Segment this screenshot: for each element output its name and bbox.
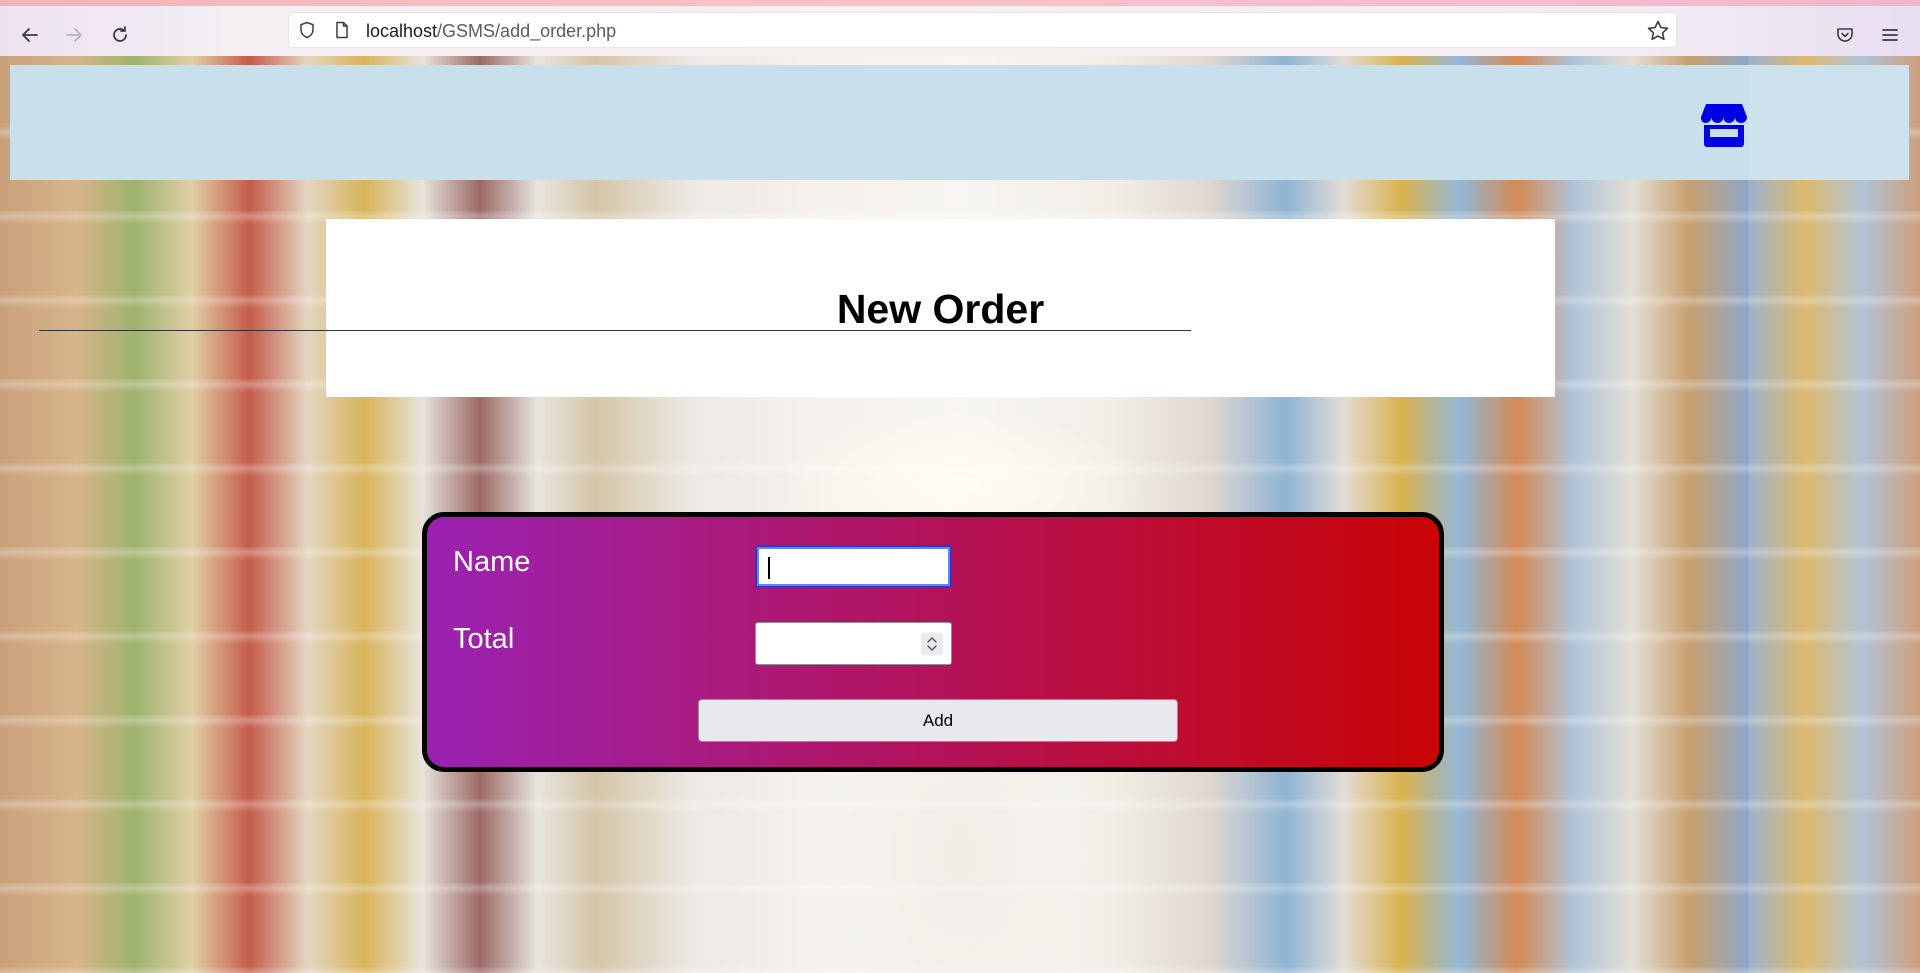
arrow-right-icon (66, 28, 82, 42)
add-button[interactable]: Add (698, 699, 1178, 742)
back-button[interactable] (14, 19, 46, 51)
url-path: /GSMS/add_order.php (437, 21, 617, 41)
name-input[interactable] (755, 545, 952, 588)
arrow-left-icon (22, 28, 38, 42)
total-input[interactable] (755, 622, 952, 665)
page-title: New Order (836, 286, 1045, 332)
page-icon[interactable] (333, 21, 351, 39)
url-host: localhost (366, 21, 438, 41)
page-viewport: New Order Name Total Add (0, 56, 1920, 973)
store-icon[interactable] (1700, 103, 1748, 147)
text-caret (768, 557, 770, 579)
browser-toolbar: localhost/GSMS/add_order.php (0, 6, 1920, 56)
pocket-icon (1837, 28, 1853, 42)
hamburger-menu-icon (1882, 29, 1898, 41)
total-label: Total (453, 623, 515, 655)
order-form: Name Total Add (422, 512, 1444, 772)
url-bar[interactable]: localhost/GSMS/add_order.php (289, 13, 1676, 47)
site-header (10, 65, 1909, 180)
pocket-button[interactable] (1829, 19, 1861, 51)
reload-icon (113, 26, 127, 42)
menu-button[interactable] (1874, 19, 1906, 51)
reload-button[interactable] (104, 19, 136, 51)
name-label: Name (453, 546, 531, 578)
bookmark-star-icon[interactable] (1646, 19, 1670, 43)
title-divider (39, 330, 1191, 331)
title-card: New Order (326, 219, 1555, 397)
url-text[interactable]: localhost/GSMS/add_order.php (366, 21, 616, 42)
number-spinner-icon[interactable] (921, 633, 943, 655)
forward-button[interactable] (58, 19, 90, 51)
shield-icon[interactable] (298, 21, 316, 39)
